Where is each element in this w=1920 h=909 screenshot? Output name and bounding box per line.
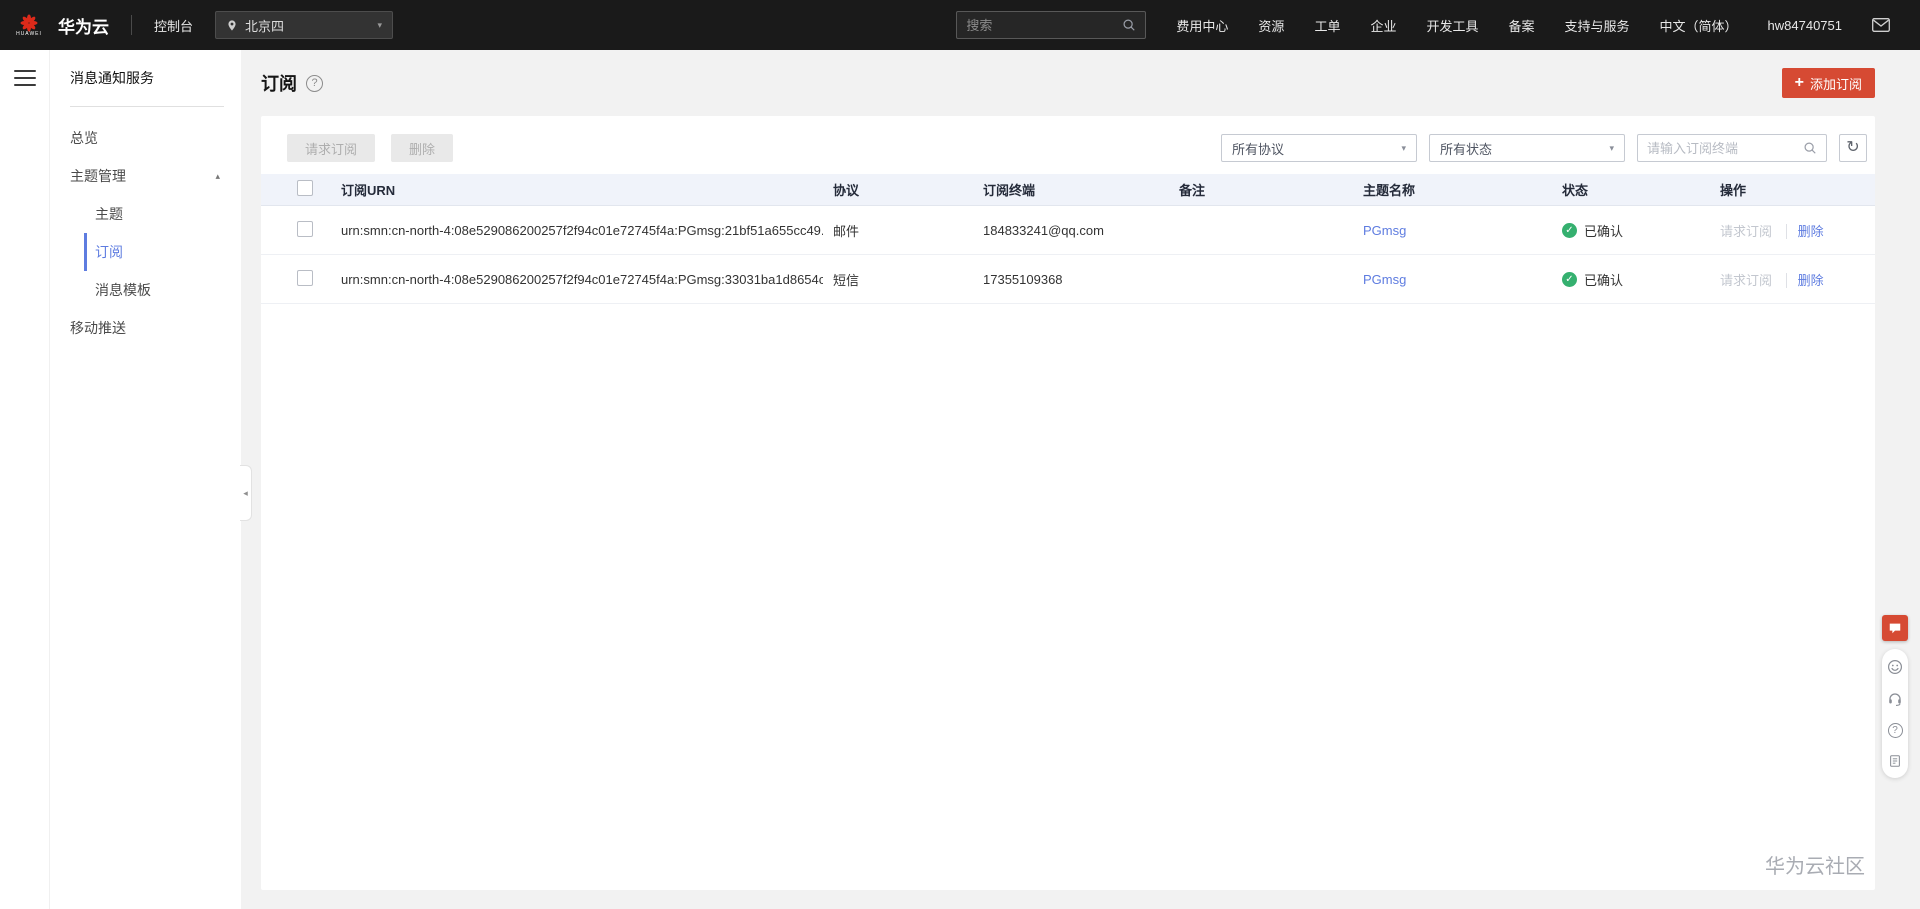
huawei-logo-icon: HUAWEI bbox=[10, 13, 48, 37]
help-icon[interactable]: ? bbox=[306, 74, 323, 92]
nav-support[interactable]: 支持与服务 bbox=[1565, 16, 1630, 35]
global-search-input[interactable] bbox=[966, 17, 1123, 33]
subscriptions-panel: 请求订阅 删除 所有协议 ▾ 所有状态 ▾ 请输入订阅终端 ↻ 订阅URN 协议… bbox=[261, 116, 1875, 890]
sidebar-item-mobile-push[interactable]: 移动推送 bbox=[0, 309, 241, 347]
sidebar: 消息通知服务 总览 主题管理 ▴ 主题 订阅 消息模板 移动推送 ◂ bbox=[0, 50, 252, 909]
subscription-urn: urn:smn:cn-north-4:08e529086200257f2f94c… bbox=[341, 222, 823, 238]
topic-name-link[interactable]: PGmsg bbox=[1363, 272, 1406, 287]
feedback-chat-icon[interactable] bbox=[1882, 615, 1908, 641]
endpoint-search[interactable] bbox=[1637, 134, 1827, 162]
row-request-subscription-action: 请求订阅 bbox=[1720, 223, 1773, 239]
request-subscription-button[interactable]: 请求订阅 bbox=[287, 134, 376, 162]
row-checkbox[interactable] bbox=[297, 269, 313, 286]
brand-title: 华为云 bbox=[58, 17, 109, 37]
status-text: 已确认 bbox=[1584, 223, 1624, 239]
sidebar-collapse-handle[interactable]: ◂ bbox=[240, 465, 252, 521]
nav-billing-center[interactable]: 费用中心 bbox=[1176, 16, 1228, 35]
topbar-divider bbox=[131, 15, 132, 35]
chevron-down-icon: ▾ bbox=[1609, 142, 1614, 153]
region-selector[interactable]: 北京四 ▾ bbox=[215, 11, 394, 39]
support-headset-icon[interactable] bbox=[1887, 691, 1903, 707]
search-icon bbox=[1804, 142, 1816, 154]
chevron-down-icon: ▾ bbox=[1401, 142, 1406, 153]
service-title: 消息通知服务 bbox=[70, 70, 154, 86]
sidebar-item-topic-management[interactable]: 主题管理 ▴ bbox=[0, 157, 241, 195]
delete-button[interactable]: 删除 bbox=[391, 134, 454, 162]
refresh-button[interactable]: ↻ bbox=[1839, 134, 1867, 162]
protocol-filter-select[interactable]: 所有协议 ▾ bbox=[1221, 134, 1417, 162]
table-row: urn:smn:cn-north-4:08e529086200257f2f94c… bbox=[261, 255, 1875, 304]
page-title: 订阅 bbox=[261, 74, 297, 94]
header-topic-name: 主题名称 bbox=[1363, 183, 1416, 198]
topbar-nav: 费用中心 资源 工单 企业 开发工具 备案 支持与服务 中文（简体） hw847… bbox=[1176, 16, 1842, 35]
collapse-left-icon: ◂ bbox=[243, 487, 248, 498]
topic-name-link[interactable]: PGmsg bbox=[1363, 223, 1406, 238]
refresh-icon: ↻ bbox=[1846, 139, 1860, 156]
header-protocol: 协议 bbox=[833, 183, 860, 198]
chevron-down-icon: ▾ bbox=[377, 19, 383, 30]
nav-enterprise[interactable]: 企业 bbox=[1370, 16, 1396, 35]
sidebar-nav: 总览 主题管理 ▴ 主题 订阅 消息模板 移动推送 bbox=[0, 119, 241, 347]
select-all-checkbox[interactable] bbox=[297, 180, 313, 196]
header-operations: 操作 bbox=[1720, 183, 1747, 198]
hamburger-menu-icon[interactable] bbox=[14, 70, 36, 86]
sidebar-strip-divider bbox=[49, 50, 50, 909]
topbar: HUAWEI 华为云 控制台 北京四 ▾ 费用中心 资源 工单 企业 开发工具 … bbox=[0, 0, 1920, 50]
row-delete-action[interactable]: 删除 bbox=[1785, 223, 1824, 239]
row-checkbox[interactable] bbox=[297, 220, 313, 237]
nav-resources[interactable]: 资源 bbox=[1258, 16, 1284, 35]
subscription-urn: urn:smn:cn-north-4:08e529086200257f2f94c… bbox=[341, 271, 823, 287]
sidebar-item-overview[interactable]: 总览 bbox=[0, 119, 241, 157]
endpoint-search-input[interactable] bbox=[1647, 140, 1803, 156]
nav-icp-filing[interactable]: 备案 bbox=[1508, 16, 1534, 35]
status-confirmed-icon: ✓ bbox=[1562, 271, 1577, 287]
sidebar-item-topics[interactable]: 主题 bbox=[84, 195, 241, 233]
sidebar-item-subscriptions[interactable]: 订阅 bbox=[84, 233, 241, 271]
protocol-value: 邮件 bbox=[833, 223, 860, 239]
row-delete-action[interactable]: 删除 bbox=[1785, 272, 1824, 288]
protocol-value: 短信 bbox=[833, 272, 860, 288]
add-subscription-button[interactable]: + 添加订阅 bbox=[1781, 68, 1875, 98]
nav-language[interactable]: 中文（简体） bbox=[1660, 16, 1738, 35]
main-content: 订阅 ? + 添加订阅 请求订阅 删除 所有协议 ▾ 所有状态 ▾ 请输入订阅终… bbox=[241, 50, 1920, 909]
header-remark: 备注 bbox=[1179, 183, 1206, 198]
header-endpoint: 订阅终端 bbox=[983, 183, 1036, 198]
table-row: urn:smn:cn-north-4:08e529086200257f2f94c… bbox=[261, 206, 1875, 255]
plus-icon: + bbox=[1794, 74, 1804, 91]
chevron-up-icon: ▴ bbox=[215, 170, 220, 181]
table-header: 订阅URN 协议 订阅终端 备注 主题名称 状态 操作 bbox=[261, 174, 1875, 206]
location-pin-icon bbox=[228, 19, 236, 31]
status-text: 已确认 bbox=[1584, 272, 1624, 288]
header-urn: 订阅URN bbox=[341, 183, 396, 198]
floating-toolbar: ? bbox=[1882, 615, 1908, 778]
nav-dev-tools[interactable]: 开发工具 bbox=[1426, 16, 1478, 35]
huawei-logo-text: HUAWEI bbox=[16, 31, 42, 37]
community-watermark: 华为云社区 bbox=[1765, 856, 1865, 878]
endpoint-value: 184833241@qq.com bbox=[983, 222, 1104, 238]
console-link[interactable]: 控制台 bbox=[154, 16, 193, 35]
header-status: 状态 bbox=[1562, 183, 1589, 198]
global-search[interactable] bbox=[956, 11, 1147, 39]
status-filter-select[interactable]: 所有状态 ▾ bbox=[1429, 134, 1625, 162]
endpoint-value: 17355109368 bbox=[983, 271, 1063, 287]
search-icon bbox=[1123, 19, 1136, 31]
status-confirmed-icon: ✓ bbox=[1562, 222, 1577, 238]
messages-envelope-icon[interactable] bbox=[1872, 18, 1890, 32]
nav-account[interactable]: hw84740751 bbox=[1768, 18, 1842, 33]
nav-tickets[interactable]: 工单 bbox=[1314, 16, 1340, 35]
sidebar-divider bbox=[70, 106, 224, 107]
sidebar-item-message-templates[interactable]: 消息模板 bbox=[84, 271, 241, 309]
help-question-icon[interactable]: ? bbox=[1887, 723, 1903, 738]
survey-document-icon[interactable] bbox=[1888, 754, 1902, 768]
row-request-subscription-action: 请求订阅 bbox=[1720, 272, 1773, 288]
region-label: 北京四 bbox=[245, 18, 285, 34]
satisfaction-smiley-icon[interactable] bbox=[1887, 659, 1903, 675]
